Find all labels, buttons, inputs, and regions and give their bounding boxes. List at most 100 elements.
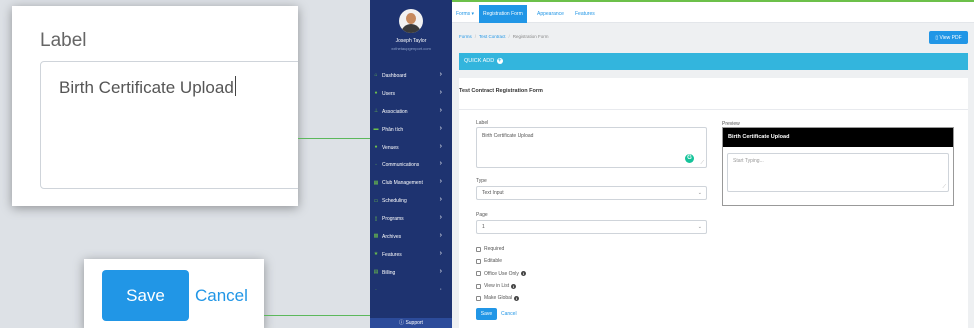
sidebar: Joseph Taylor xxthetaupgenport.com ⌂ Dash… xyxy=(370,0,452,328)
sidebar-item-archives[interactable]: ▩ Archives › xyxy=(370,228,452,246)
label-zoom-title: Label xyxy=(40,30,87,51)
sidebar-item-communications[interactable]: ◦ Communications › xyxy=(370,156,452,174)
sidebar-item-billing[interactable]: ▤ Billing › xyxy=(370,264,452,282)
page-caption: Page xyxy=(476,212,488,218)
sidebar-item-club-management[interactable]: ▦ Club Management › xyxy=(370,174,452,192)
label-caption: Label xyxy=(476,120,489,126)
billing-icon: ▤ xyxy=(373,269,379,276)
chevron-right-icon: › xyxy=(439,124,442,132)
sidebar-item-label: Association xyxy=(382,108,408,115)
label-zoom-textarea: Birth Certificate Upload xyxy=(40,61,298,189)
home-icon: ⌂ xyxy=(374,72,378,79)
sidebar-item-association[interactable]: ⊥ Association › xyxy=(370,103,452,121)
label-zoom-value: Birth Certificate Upload xyxy=(59,76,236,97)
save-zoom-callout: Save Cancel xyxy=(84,259,264,328)
avatar-face xyxy=(406,13,416,24)
star-icon: ★ xyxy=(373,251,379,258)
type-select[interactable]: Text Input ⌄ xyxy=(476,186,707,200)
view-in-list-checkbox-row[interactable]: View in List i xyxy=(476,280,526,292)
sidebar-item-label: Phân tích xyxy=(382,126,404,133)
view-in-list-checkbox[interactable] xyxy=(476,283,481,289)
page-select-value: 1 xyxy=(482,224,485,230)
sidebar-item-scheduling[interactable]: ▭ Scheduling › xyxy=(370,192,452,210)
sidebar-item-label: Dashboard xyxy=(382,72,407,79)
sidebar-item-users[interactable]: ● Users › xyxy=(370,85,452,103)
office-use-only-checkbox[interactable] xyxy=(476,271,481,277)
user-email[interactable]: xxthetaupgenport.com xyxy=(370,46,452,51)
info-icon[interactable]: i xyxy=(514,295,520,301)
card-divider xyxy=(459,109,968,110)
more-icon: · xyxy=(375,287,377,294)
form-title: Test Contract Registration Form xyxy=(459,88,543,94)
label-zoom-callout: Label Birth Certificate Upload xyxy=(12,6,298,206)
checkbox-label: Office Use Only xyxy=(484,270,519,277)
chevron-right-icon: › xyxy=(439,249,442,257)
editable-checkbox[interactable] xyxy=(476,258,481,264)
required-checkbox-row[interactable]: Required xyxy=(476,243,526,255)
checkbox-label: Editable xyxy=(484,258,503,265)
preview-textarea[interactable]: Start Typing... ⟋ xyxy=(727,153,949,192)
text-caret xyxy=(234,76,236,96)
sidebar-item-label: Club Management xyxy=(382,180,423,187)
chevron-right-icon: › xyxy=(439,178,442,186)
sidebar-item-analytics[interactable]: ▬ Phân tích › xyxy=(370,121,452,139)
form-layer: Test Contract Registration Form Label Bi… xyxy=(452,0,974,328)
grid-icon: ▦ xyxy=(373,179,379,186)
sidebar-item-features[interactable]: ★ Features › xyxy=(370,246,452,264)
resize-handle-icon[interactable]: ⟋ xyxy=(700,161,704,166)
page-select[interactable]: 1 ⌄ xyxy=(476,220,707,234)
sidebar-item-label: Users xyxy=(382,90,396,97)
checkbox-label: Make Global xyxy=(484,295,513,302)
info-icon[interactable]: i xyxy=(520,271,526,277)
chevron-right-icon: › xyxy=(439,214,442,222)
info-icon[interactable]: i xyxy=(511,283,517,289)
checkbox-label: View in List xyxy=(484,283,510,290)
preview-panel: Birth Certificate Upload Start Typing...… xyxy=(722,127,954,206)
chevron-right-icon: · xyxy=(439,285,442,293)
sidebar-item-dashboard[interactable]: ⌂ Dashboard › xyxy=(370,67,452,85)
checkbox-label: Required xyxy=(484,246,505,253)
sidebar-item-label: Archives xyxy=(382,233,402,240)
cancel-zoom-link: Cancel xyxy=(195,286,248,305)
sidebar-item-more[interactable]: · · xyxy=(370,282,452,300)
make-global-checkbox-row[interactable]: Make Global i xyxy=(476,292,526,304)
support-button[interactable]: ⓘ Support xyxy=(370,318,452,328)
chevron-right-icon: › xyxy=(439,71,442,78)
make-global-checkbox[interactable] xyxy=(476,295,481,301)
type-select-value: Text Input xyxy=(482,190,504,196)
grammarly-icon[interactable]: G xyxy=(685,154,694,163)
sidebar-item-label: Features xyxy=(382,251,402,258)
editable-checkbox-row[interactable]: Editable xyxy=(476,255,526,267)
options-checklist: Required Editable Office Use Only i View … xyxy=(476,243,526,304)
chat-icon: ◦ xyxy=(375,161,377,168)
calendar-icon: ▭ xyxy=(373,197,379,204)
chevron-right-icon: › xyxy=(439,232,442,240)
sidebar-item-label: Billing xyxy=(382,269,396,276)
required-checkbox[interactable] xyxy=(476,246,481,252)
save-zoom-button: Save xyxy=(102,270,189,321)
user-name: Joseph Taylor xyxy=(395,38,427,44)
chevron-down-icon: ⌄ xyxy=(697,190,702,196)
save-button[interactable]: Save xyxy=(476,308,497,320)
preview-heading: Birth Certificate Upload xyxy=(723,128,953,147)
office-use-only-checkbox-row[interactable]: Office Use Only i xyxy=(476,268,526,280)
avatar[interactable] xyxy=(399,9,423,33)
preview-placeholder: Start Typing... xyxy=(733,158,764,164)
users-icon: ● xyxy=(374,90,378,97)
cancel-link[interactable]: Cancel xyxy=(501,311,517,317)
label-textarea[interactable]: Birth Certificate Upload G ⟋ xyxy=(476,127,707,168)
sidebar-item-venues[interactable]: ● Venues › xyxy=(370,139,452,157)
sidebar-item-label: Venues xyxy=(382,144,399,151)
sidebar-nav: ⌂ Dashboard › ● Users › ⊥ Association › ▬ Phân … xyxy=(370,67,452,300)
sidebar-item-programs[interactable]: ▯ Programs › xyxy=(370,210,452,228)
document-icon: ▯ xyxy=(374,215,378,222)
sidebar-item-label: Communications xyxy=(382,162,420,169)
chevron-down-icon: ⌄ xyxy=(697,224,702,230)
chevron-right-icon: › xyxy=(439,160,442,168)
resize-handle-icon[interactable]: ⟋ xyxy=(942,185,946,190)
chart-icon: ▬ xyxy=(373,126,379,133)
map-pin-icon: ● xyxy=(374,144,378,150)
chevron-right-icon: › xyxy=(439,267,442,275)
chevron-right-icon: › xyxy=(439,196,442,204)
chevron-right-icon: › xyxy=(439,88,442,96)
